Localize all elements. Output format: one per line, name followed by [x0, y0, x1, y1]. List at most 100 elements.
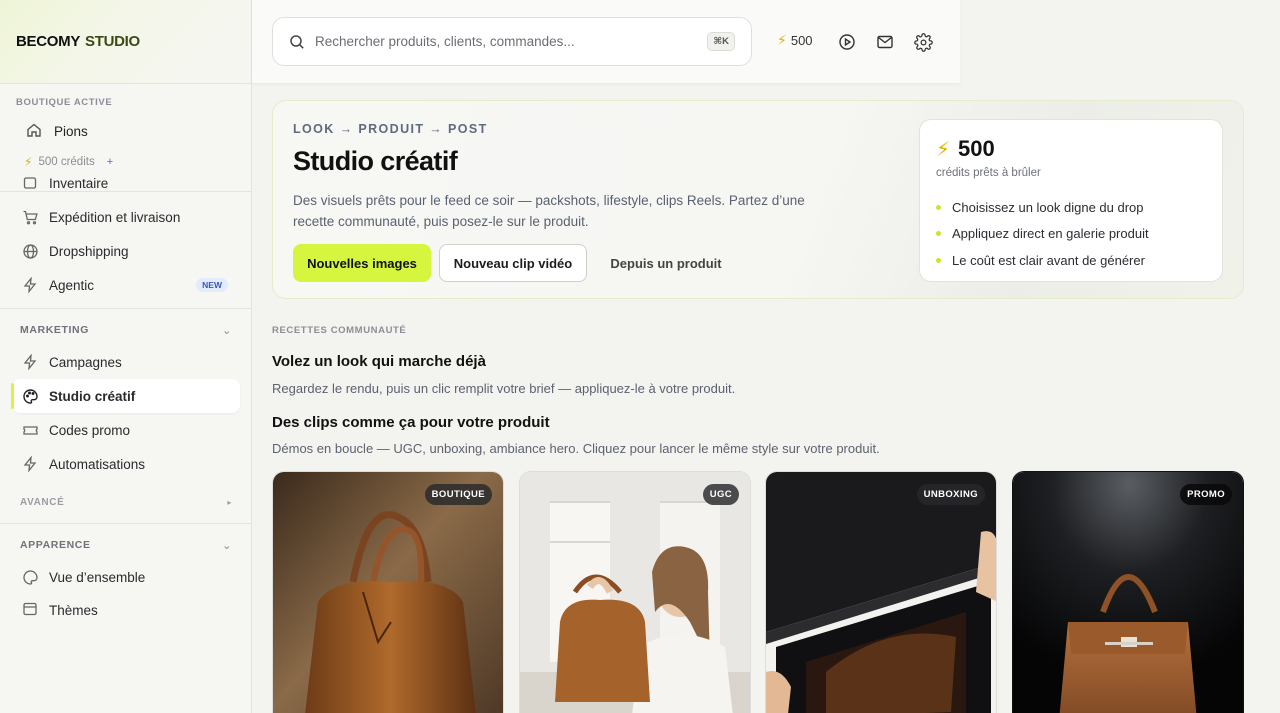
- sidebar-item-label: Vue d’ensemble: [49, 569, 146, 585]
- sidebar-item-agentic[interactable]: Agentic NEW: [12, 268, 240, 302]
- sidebar-item-studio-creatif[interactable]: Studio créatif: [11, 379, 240, 413]
- new-images-button[interactable]: Nouvelles images: [293, 244, 431, 282]
- card-tag: UGC: [702, 484, 739, 505]
- hero-description: Des visuels prêts pour le feed ce soir —…: [293, 193, 805, 229]
- ugc-model-image: [520, 472, 750, 713]
- list-item: Choisissez un look digne du drop: [936, 194, 1149, 221]
- chevron-down-icon: ⌄: [222, 324, 232, 337]
- bolt-icon: ⚡: [777, 32, 787, 48]
- bullet-text: Choisissez un look digne du drop: [952, 199, 1144, 215]
- credits-bullets: Choisissez un look digne du drop Appliqu…: [936, 194, 1149, 274]
- globe-icon: [21, 242, 39, 260]
- clip-card-promo[interactable]: PROMO: [1012, 471, 1244, 713]
- sidebar-item-label: Campagnes: [49, 354, 122, 370]
- settings-icon[interactable]: [913, 32, 933, 52]
- new-badge: NEW: [196, 278, 228, 292]
- recipes-caption: RECETTES COMMUNAUTÉ: [272, 325, 407, 336]
- credits-indicator[interactable]: ⚡ 500: [777, 32, 813, 49]
- cart-icon: [21, 208, 39, 226]
- group-marketing[interactable]: MARKETING ⌄: [12, 315, 240, 345]
- search-input[interactable]: [315, 34, 708, 49]
- box-icon: [21, 174, 39, 192]
- clip-card-ugc[interactable]: UGC: [519, 471, 751, 713]
- mail-icon[interactable]: [875, 32, 895, 52]
- new-video-clip-button[interactable]: Nouveau clip vidéo: [439, 244, 587, 282]
- divider: [0, 523, 251, 524]
- palette-icon: [21, 387, 39, 405]
- sidebar-item-inventaire[interactable]: Inventaire: [12, 166, 240, 200]
- group-avance[interactable]: AVANCÉ ▸: [12, 487, 240, 517]
- topbar: ⌘K ⚡ 500: [252, 0, 960, 84]
- bolt-icon: [21, 455, 39, 473]
- sidebar-item-campagnes[interactable]: Campagnes: [12, 345, 240, 379]
- leather-tote-image: [273, 472, 503, 713]
- sidebar-item-label: Inventaire: [49, 175, 109, 191]
- sidebar-item-expedition[interactable]: Expédition et livraison: [12, 200, 240, 234]
- credits-amount-row: ⚡ 500: [936, 136, 995, 162]
- unboxing-image: [766, 472, 996, 713]
- sidebar-item-label: Dropshipping: [49, 243, 129, 259]
- credits-amount: 500: [958, 136, 995, 161]
- search-bar[interactable]: ⌘K: [272, 17, 752, 66]
- active-shop-caption: BOUTIQUE ACTIVE: [16, 97, 113, 108]
- chevron-down-icon: ⌄: [222, 539, 232, 552]
- recipes-clips-title: Des clips comme ça pour votre produit: [272, 414, 550, 431]
- bullet-text: Le coût est clair avant de générer: [952, 252, 1145, 268]
- sidebar-item-automatisations[interactable]: Automatisations: [12, 447, 240, 481]
- promo-handbag-image: [1013, 472, 1243, 713]
- search-icon: [289, 34, 305, 50]
- bolt-icon: ⚡: [936, 138, 951, 161]
- clip-cards: BOUTIQUE UGC UNBOXING PROMO: [272, 471, 1244, 713]
- sidebar-item-dropshipping[interactable]: Dropshipping: [12, 234, 240, 268]
- sidebar-item-label: Expédition et livraison: [49, 209, 181, 225]
- card-tag: BOUTIQUE: [424, 484, 492, 505]
- active-shop[interactable]: Pions: [26, 122, 235, 141]
- group-apparence[interactable]: APPARENCE ⌄: [12, 530, 240, 560]
- bullet-text: Appliquez direct en galerie produit: [952, 226, 1149, 242]
- card-tag: PROMO: [1180, 484, 1232, 505]
- recipes-looks-title: Volez un look qui marche déjà: [272, 353, 486, 370]
- layout-icon: [21, 600, 39, 618]
- sidebar-item-label: Studio créatif: [49, 388, 136, 404]
- play-icon[interactable]: [837, 32, 857, 52]
- recipes-clips-description: Démos en boucle — UGC, unboxing, ambianc…: [272, 441, 880, 456]
- recipes-looks-description: Regardez le rendu, puis un clic remplit …: [272, 381, 736, 396]
- list-item: Appliquez direct en galerie produit: [936, 221, 1149, 248]
- group-title: APPARENCE: [20, 539, 91, 551]
- clip-card-boutique[interactable]: BOUTIQUE: [272, 471, 504, 713]
- card-tag: UNBOXING: [916, 484, 985, 505]
- credits-value: 500: [790, 33, 813, 48]
- ticket-icon: [21, 421, 39, 439]
- sidebar-item-label: Thèmes: [49, 603, 98, 618]
- sidebar: BECOMY STUDIO BOUTIQUE ACTIVE Pions ⚡ 50…: [0, 0, 252, 713]
- shortcut-hint: ⌘K: [707, 32, 735, 51]
- bolt-icon: [21, 353, 39, 371]
- brand-name: BECOMY: [16, 33, 81, 50]
- credits-card: ⚡ 500 crédits prêts à brûler Choisissez …: [919, 119, 1223, 282]
- group-title: MARKETING: [20, 324, 89, 336]
- sidebar-item-label: Codes promo: [49, 422, 131, 438]
- bullet-dot: [936, 257, 941, 263]
- bullet-dot: [936, 204, 941, 210]
- page-title: Studio créatif: [293, 146, 458, 176]
- sidebar-item-label: Automatisations: [49, 456, 146, 472]
- sidebar-item-label: Agentic: [49, 277, 95, 293]
- list-item: Le coût est clair avant de générer: [936, 247, 1149, 274]
- sidebar-item-themes[interactable]: Thèmes: [12, 594, 240, 618]
- divider: [0, 308, 251, 309]
- hero-eyebrow: LOOK → PRODUIT → POST: [293, 122, 488, 136]
- sidebar-item-codes-promo[interactable]: Codes promo: [12, 413, 240, 447]
- clip-card-unboxing[interactable]: UNBOXING: [765, 471, 997, 713]
- group-title: AVANCÉ: [20, 496, 65, 508]
- from-product-button[interactable]: Depuis un produit: [598, 244, 734, 282]
- palette-icon: [21, 568, 39, 586]
- studio-hero: LOOK → PRODUIT → POST Studio créatif Des…: [272, 100, 1244, 299]
- brand-logo[interactable]: BECOMY STUDIO: [0, 0, 251, 84]
- home-icon: [26, 122, 42, 141]
- sidebar-item-vue-ensemble[interactable]: Vue d’ensemble: [12, 560, 240, 594]
- credits-subtitle: crédits prêts à brûler: [936, 167, 1041, 179]
- brand-suffix: STUDIO: [85, 33, 140, 50]
- bullet-dot: [936, 231, 941, 237]
- bolt-icon: [21, 276, 39, 294]
- chevron-right-icon: ▸: [227, 497, 232, 507]
